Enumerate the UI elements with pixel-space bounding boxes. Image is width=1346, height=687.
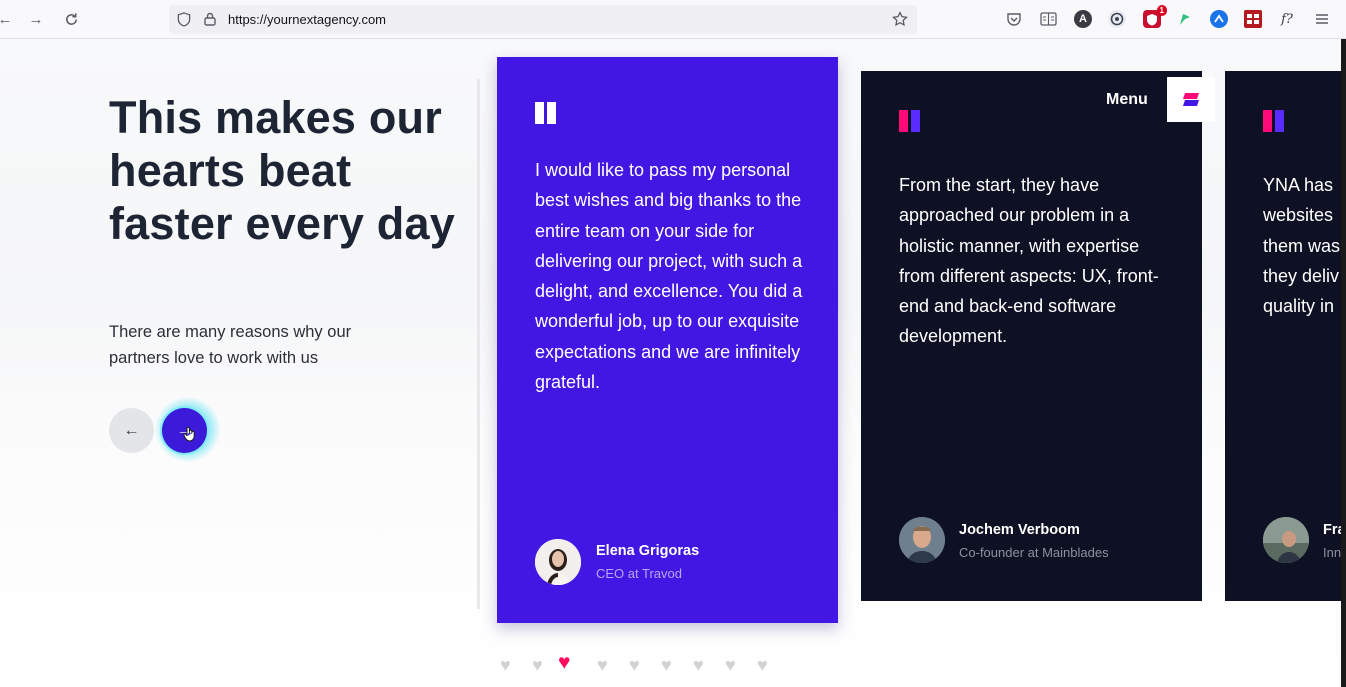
- bookmark-star-icon[interactable]: [892, 11, 908, 27]
- pagination-heart[interactable]: ♥: [597, 656, 608, 674]
- shield-icon[interactable]: [176, 11, 192, 27]
- url-bar[interactable]: https://yournextagency.com: [169, 5, 917, 34]
- pagination-heart[interactable]: ♥: [725, 656, 736, 674]
- page-title: This makes our hearts beat faster every …: [109, 92, 455, 249]
- pagination-heart-active[interactable]: ♥: [558, 652, 570, 673]
- testimonial-card-active[interactable]: I would like to pass my personal best wi…: [497, 57, 838, 623]
- hand-cursor-icon: [183, 426, 197, 446]
- avatar: [1263, 517, 1309, 563]
- quote-icon: [535, 102, 556, 124]
- lock-icon[interactable]: [202, 11, 218, 27]
- pagination-heart[interactable]: ♥: [532, 656, 543, 674]
- browser-toolbar: ← → https://yournextagency.com A 1 f?: [0, 0, 1346, 39]
- previous-button[interactable]: ←: [109, 408, 154, 453]
- brand-logo-icon: [1183, 93, 1199, 106]
- pagination-heart[interactable]: ♥: [757, 656, 768, 674]
- author-role: Co-founder at Mainblades: [959, 545, 1109, 560]
- testimonial-quote: I would like to pass my personal best wi…: [535, 160, 803, 393]
- testimonial-card[interactable]: From the start, they have approached our…: [861, 71, 1202, 601]
- back-icon[interactable]: ←: [0, 8, 16, 30]
- avatar: [899, 517, 945, 563]
- menu-button[interactable]: [1167, 77, 1215, 122]
- extension-a-icon[interactable]: A: [1074, 10, 1092, 28]
- extension-font-icon[interactable]: f?: [1278, 10, 1296, 28]
- page-content: This makes our hearts beat faster every …: [0, 39, 1346, 687]
- quote-icon: [1263, 110, 1284, 132]
- pagination-heart[interactable]: ♥: [693, 656, 704, 674]
- testimonial-card-partial[interactable]: YNA has websites them was they deliv qua…: [1225, 71, 1346, 601]
- pocket-icon[interactable]: [1005, 10, 1023, 28]
- author-role: Inn: [1323, 545, 1342, 560]
- page-subtitle: There are many reasons why our partners …: [109, 323, 352, 367]
- extension-shield-icon[interactable]: 1: [1143, 5, 1167, 28]
- extension-circle-icon[interactable]: [1210, 10, 1228, 28]
- testimonial-quote: YNA has websites them was they deliv qua…: [1263, 175, 1341, 317]
- testimonial-quote: From the start, they have approached our…: [899, 175, 1159, 347]
- extension-grid-icon[interactable]: [1244, 10, 1262, 28]
- menu-label[interactable]: Menu: [1106, 91, 1148, 109]
- window-edge: [1341, 39, 1346, 687]
- hamburger-menu-icon[interactable]: [1313, 10, 1331, 28]
- forward-icon[interactable]: →: [25, 8, 47, 30]
- quote-icon: [899, 110, 920, 132]
- extension-mask-icon[interactable]: [1108, 10, 1126, 28]
- section-divider: [477, 79, 480, 609]
- reader-view-icon[interactable]: [1039, 10, 1057, 28]
- pagination-heart[interactable]: ♥: [661, 656, 672, 674]
- pagination-heart[interactable]: ♥: [629, 656, 640, 674]
- author-name: Jochem Verboom: [959, 522, 1080, 538]
- author-name: Elena Grigoras: [596, 543, 700, 559]
- url-text[interactable]: https://yournextagency.com: [228, 12, 386, 27]
- pagination-heart[interactable]: ♥: [500, 656, 511, 674]
- arrow-left-icon: ←: [123, 421, 140, 439]
- avatar: [535, 539, 581, 585]
- extension-badge: 1: [1156, 5, 1167, 16]
- extension-leaf-icon[interactable]: [1176, 10, 1194, 28]
- author-role: CEO at Travod: [596, 566, 682, 581]
- reload-icon[interactable]: [60, 8, 82, 30]
